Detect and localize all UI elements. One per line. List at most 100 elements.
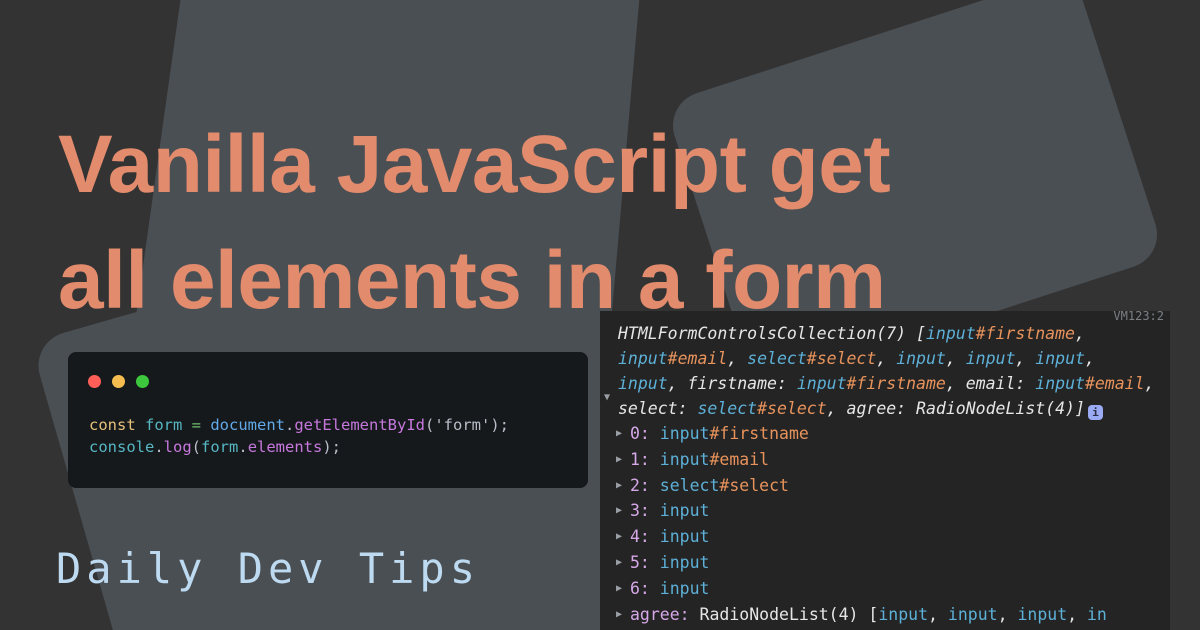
close-window-icon[interactable] [88,375,101,388]
summary-id-2: #email [667,349,728,368]
console-row-element: input [649,578,710,598]
summary-key-select: select: [618,399,698,418]
console-row-element: select [649,475,720,495]
code-token-paren-open: ( [425,416,435,434]
summary-sep-1: , [1074,324,1085,343]
chevron-right-icon[interactable]: ▶ [616,576,622,602]
summary-el-3: select [747,349,807,368]
maximize-window-icon[interactable] [136,375,149,388]
chevron-right-icon[interactable]: ▶ [616,550,622,576]
code-block: const form = document.getElementById('fo… [89,414,576,458]
summary-el-1: input [925,324,976,343]
console-row-index: 3: [630,501,650,521]
console-row-element: input [649,552,710,572]
console-row-index: agree: [630,604,690,624]
brand-label: Daily Dev Tips [56,544,481,593]
code-token-paren-open-2: ( [191,438,202,456]
code-token-keyword: const [89,416,136,434]
chevron-down-icon[interactable]: ▼ [604,385,610,410]
console-row-index: 0: [630,424,650,443]
code-token-elements: elements [247,438,323,456]
summary-sep-5: , [1015,349,1036,368]
summary-key-firstname-el: input [796,374,847,393]
summary-key-select-id: #select [757,399,827,418]
chevron-right-icon[interactable]: ▶ [616,602,622,628]
summary-el-2: input [618,349,668,368]
console-row-id: #email [709,449,770,469]
console-row-tail: RadioNodeList(4) [input, input, input, i… [689,604,1107,624]
code-token-form: form [201,438,239,456]
summary-id-1: #firstname [975,324,1075,343]
console-row-id: #firstname [709,424,809,443]
console-row-element: input [649,424,710,443]
console-row-element: input [649,501,710,521]
devtools-console-panel[interactable]: VM123:2 ▼ HTMLFormControlsCollection(7) [… [600,311,1170,630]
summary-key-email-el: input [1035,374,1085,393]
summary-sep-7: , [667,374,688,393]
summary-el-7: input [618,374,668,393]
code-snippet-card: const form = document.getElementById('fo… [68,352,588,488]
summary-key-email-id: #email [1084,374,1145,393]
console-row-index: 2: [630,475,650,495]
summary-sep-10: , [826,399,847,418]
code-token-dot: . [285,416,295,434]
chevron-right-icon[interactable]: ▶ [616,473,622,499]
console-row-index: 6: [630,578,650,598]
info-icon[interactable]: i [1087,405,1103,420]
code-token-log: log [163,438,192,456]
console-row-id: #select [719,475,789,495]
summary-key-firstname-id: #firstname [846,374,946,393]
code-line-1: const form = document.getElementById('fo… [89,416,509,434]
summary-key-firstname: firstname: [687,374,797,393]
summary-el-4: input [896,349,946,368]
summary-sep-6: , [1084,349,1095,368]
chevron-right-icon[interactable]: ▶ [616,421,622,447]
summary-sep-8: , [945,374,966,393]
console-row[interactable]: ▶ 0: input#firstname [600,421,1170,447]
console-row[interactable]: ▶ 6: input [600,576,1170,602]
summary-el-6: input [1035,349,1085,368]
console-row-element: input [649,527,710,547]
summary-key-agree: agree: RadioNodeList(4)] [846,399,1085,418]
summary-head: HTMLFormControlsCollection(7) [ [618,324,926,343]
code-line-2: console.log(form.elements); [89,438,341,456]
code-token-variable: form [135,416,183,434]
console-row-element: input [649,449,710,469]
console-source-link[interactable]: VM123:2 [600,311,1170,321]
chevron-right-icon[interactable]: ▶ [616,524,622,550]
console-row-index: 1: [630,449,650,469]
console-row[interactable]: ▶ 5: input [600,550,1170,576]
console-row[interactable]: ▶ 2: select#select [600,473,1170,499]
chevron-right-icon[interactable]: ▶ [616,498,622,524]
minimize-window-icon[interactable] [112,375,125,388]
code-token-console: console [89,438,155,456]
summary-el-5: input [965,349,1016,368]
console-row-index: 4: [630,527,650,547]
code-token-string: 'form' [434,416,491,434]
code-token-operator: = [182,416,211,434]
summary-key-email: email: [965,374,1036,393]
console-row[interactable]: ▶ 4: input [600,524,1170,550]
page-title: Vanilla JavaScript get all elements in a… [58,107,1148,340]
console-row[interactable]: ▶ agree: RadioNodeList(4) [input, input, … [600,602,1170,628]
summary-sep-4: , [945,349,966,368]
summary-sep-3: , [876,349,897,368]
chevron-right-icon[interactable]: ▶ [616,447,622,473]
code-token-dot-3: . [238,438,248,456]
console-collection-summary[interactable]: ▼ HTMLFormControlsCollection(7) [input#fi… [600,321,1170,421]
console-row[interactable]: ▶ 1: input#email [600,447,1170,473]
summary-sep-9: , [1144,374,1155,393]
summary-sep-2: , [727,349,748,368]
summary-key-select-el: select [697,399,758,418]
console-row[interactable]: ▶ 3: input [600,498,1170,524]
console-output-list: VM123:2 ▼ HTMLFormControlsCollection(7) [… [600,311,1170,627]
code-token-object: document [210,416,285,434]
page-title-line-1: Vanilla JavaScript get [58,118,891,210]
console-rows: ▶ 0: input#firstname ▶ 1: input#email ▶ 2: se… [600,421,1170,627]
code-token-paren-close: ); [490,416,510,434]
window-traffic-lights [88,375,149,388]
summary-id-3: #select [806,349,877,368]
code-token-function: getElementById [294,416,425,434]
console-row-index: 5: [630,552,650,572]
code-token-paren-close-2: ); [322,438,342,456]
